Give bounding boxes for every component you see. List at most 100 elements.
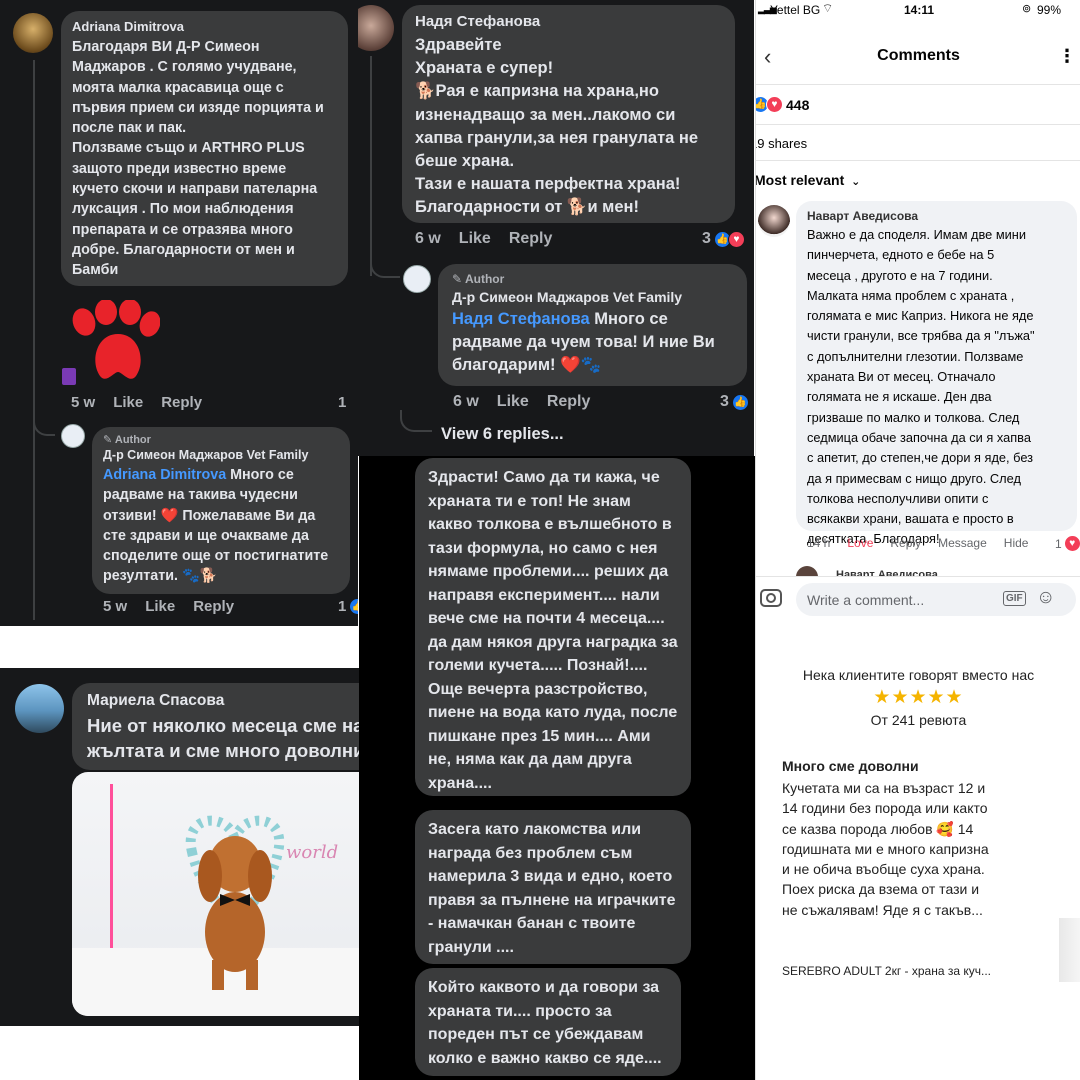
author-tag-text: Author [464, 272, 505, 286]
reply-button[interactable]: Reply [509, 230, 553, 248]
mention-link[interactable]: Adriana Dimitrova [103, 467, 226, 483]
reply-bubble: ✎ Author Д-р Симеон Маджаров Vet Family … [92, 427, 350, 594]
clock: 14:11 [904, 3, 935, 17]
reply-actions: 5 w Like Reply [103, 598, 234, 615]
carrier: Yettel BG [770, 3, 821, 17]
reply-text-block: Надя Стефанова Много се радваме да чуем … [452, 308, 733, 378]
message-button[interactable]: Message [938, 536, 987, 550]
commenter-name[interactable]: Надя Стефанова [415, 13, 722, 30]
reply-text: Много се радваме на такива чудесни отзив… [103, 467, 329, 585]
paw-sticker-icon [72, 300, 160, 379]
review-title: Много сме доволни [782, 758, 919, 774]
reply-actions: 6 w Like Reply [453, 393, 590, 411]
photo-caption: world [286, 842, 339, 863]
commenter-name[interactable]: Мариела Спасова [87, 692, 375, 710]
comment-panel-1: Adriana Dimitrova Благодаря ВИ Д-Р Симео… [0, 0, 358, 626]
author-badge: ✎ Author [103, 433, 339, 446]
hide-button[interactable]: Hide [1004, 536, 1029, 550]
reply-time[interactable]: 6 w [453, 393, 479, 411]
more-options-icon[interactable]: ⋮ [1058, 46, 1076, 67]
reply-button[interactable]: Reply [547, 393, 591, 411]
comment-panel-2: Надя Стефанова Здравейте Храната е супер… [358, 0, 754, 456]
reviews-count[interactable]: От 241 ревюта [756, 712, 1080, 728]
product-link[interactable]: SEREBRO ADULT 2кг - храна за куч... [782, 964, 991, 978]
reaction-count-value: 1 [338, 394, 347, 411]
author-avatar[interactable] [403, 265, 431, 293]
pen-icon: ✎ [103, 434, 115, 446]
comment-time[interactable]: 14 h [807, 536, 830, 550]
pen-icon: ✎ [452, 272, 465, 286]
commenter-name[interactable]: Adriana Dimitrova [72, 19, 337, 34]
reaction-count-value: 3 [720, 393, 729, 410]
reaction-count[interactable]: 1 👍 [338, 598, 358, 615]
reaction-count-value: 3 [702, 230, 711, 247]
reaction-count[interactable]: 3 👍 ♥ [702, 230, 745, 248]
love-reaction-icon: ♥ [727, 230, 745, 248]
reaction-count-value: 1 [338, 598, 347, 615]
comment-composer: Write a comment... GIF ☺ [756, 576, 1080, 622]
divider [756, 124, 1080, 125]
like-button[interactable]: Like [113, 394, 143, 411]
reply-connector [33, 420, 55, 436]
reply-time[interactable]: 5 w [103, 598, 127, 615]
like-reaction-icon: 👍 [349, 598, 358, 615]
reaction-count-value: 1 [1055, 536, 1062, 551]
comment-bubble: Adriana Dimitrova Благодаря ВИ Д-Р Симео… [61, 11, 348, 286]
camera-lens-icon [766, 593, 776, 603]
gif-icon[interactable]: GIF [1003, 591, 1026, 606]
comment-input-placeholder: Write a comment... [807, 592, 925, 608]
messages-panel: Здрасти! Само да ти кажа, че храната ти … [359, 456, 755, 1080]
reviews-heading: Нека клиентите говорят вместо нас [802, 667, 1035, 683]
mention-link[interactable]: Надя Стефанова [452, 310, 590, 328]
page-title: Comments [877, 47, 960, 64]
avatar[interactable] [13, 13, 53, 53]
reply-button[interactable]: Reply [890, 536, 921, 550]
reply-button[interactable]: Reply [161, 394, 202, 411]
reaction-count[interactable]: 1 ♥ [1055, 535, 1080, 552]
divider [756, 84, 1080, 85]
reaction-count[interactable]: 3 👍 [720, 393, 749, 411]
comment-text: Здравейте Храната е супер! 🐕Рая е каприз… [415, 36, 699, 217]
author-tag-text: Author [114, 434, 151, 446]
comment-time[interactable]: 6 w [415, 230, 441, 248]
avatar[interactable] [758, 205, 790, 237]
reply-bubble: ✎ Author Д-р Симеон Маджаров Vet Family … [438, 264, 747, 386]
mobile-comments-screen: ▂▃▅ Yettel BG ⌔ 14:11 ⊚ 99% ‹ Comments ⋮… [755, 0, 1080, 1080]
comment-input[interactable]: Write a comment... GIF ☺ [796, 583, 1076, 616]
review-text: Кучетата ми са на възраст 12 и 14 години… [782, 780, 989, 918]
author-avatar[interactable] [61, 424, 85, 448]
reaction-count[interactable]: 1 [338, 394, 346, 411]
like-button[interactable]: Like [497, 393, 529, 411]
file-icon [62, 368, 76, 385]
comment-actions: 14 h Love Reply Message Hide [807, 536, 1028, 550]
dog-photo[interactable]: world [72, 772, 399, 1016]
reply-button[interactable]: Reply [193, 598, 234, 615]
author-name[interactable]: Д-р Симеон Маджаров Vet Family [103, 448, 339, 462]
message-bubble-1: Здрасти! Само да ти кажа, че храната ти … [415, 458, 691, 796]
status-bar: ▂▃▅ Yettel BG ⌔ 14:11 ⊚ 99% [756, 0, 1080, 22]
love-reaction-icon: ♥ [1063, 535, 1080, 552]
like-button[interactable]: Like [459, 230, 491, 248]
love-reaction-icon: ♥ [766, 96, 783, 113]
like-button[interactable]: Like [145, 598, 175, 615]
comment-text: Важно е да споделя. Имам две мини пинчер… [807, 227, 1035, 547]
product-thumbnail[interactable] [1059, 918, 1080, 982]
comment-bubble: Наварт Аведисова Важно е да споделя. Има… [796, 201, 1077, 546]
view-replies-link[interactable]: View 6 replies... [441, 425, 564, 444]
sort-dropdown[interactable]: Most relevant ⌄ [756, 172, 860, 188]
comment-text: Ние от няколко месеца сме на жълтата и с… [87, 715, 371, 761]
reply-text-block: Adriana Dimitrova Много се радваме на та… [103, 465, 339, 587]
avatar[interactable] [358, 5, 394, 51]
comment-actions: 6 w Like Reply [415, 230, 552, 248]
commenter-name[interactable]: Наварт Аведисова [807, 209, 1066, 223]
shares-count[interactable]: 19 shares [756, 136, 807, 151]
love-button[interactable]: Love [847, 536, 873, 550]
comment-bubble: Надя Стефанова Здравейте Храната е супер… [402, 5, 735, 223]
avatar[interactable] [15, 684, 64, 733]
author-name[interactable]: Д-р Симеон Маджаров Vet Family [452, 289, 733, 305]
comment-actions: 5 w Like Reply [71, 394, 202, 411]
comment-time[interactable]: 5 w [71, 394, 95, 411]
reactions-summary[interactable]: 👍 ♥ 448 [756, 96, 809, 113]
thread-line [33, 60, 35, 620]
emoji-icon[interactable]: ☺ [1036, 587, 1055, 609]
